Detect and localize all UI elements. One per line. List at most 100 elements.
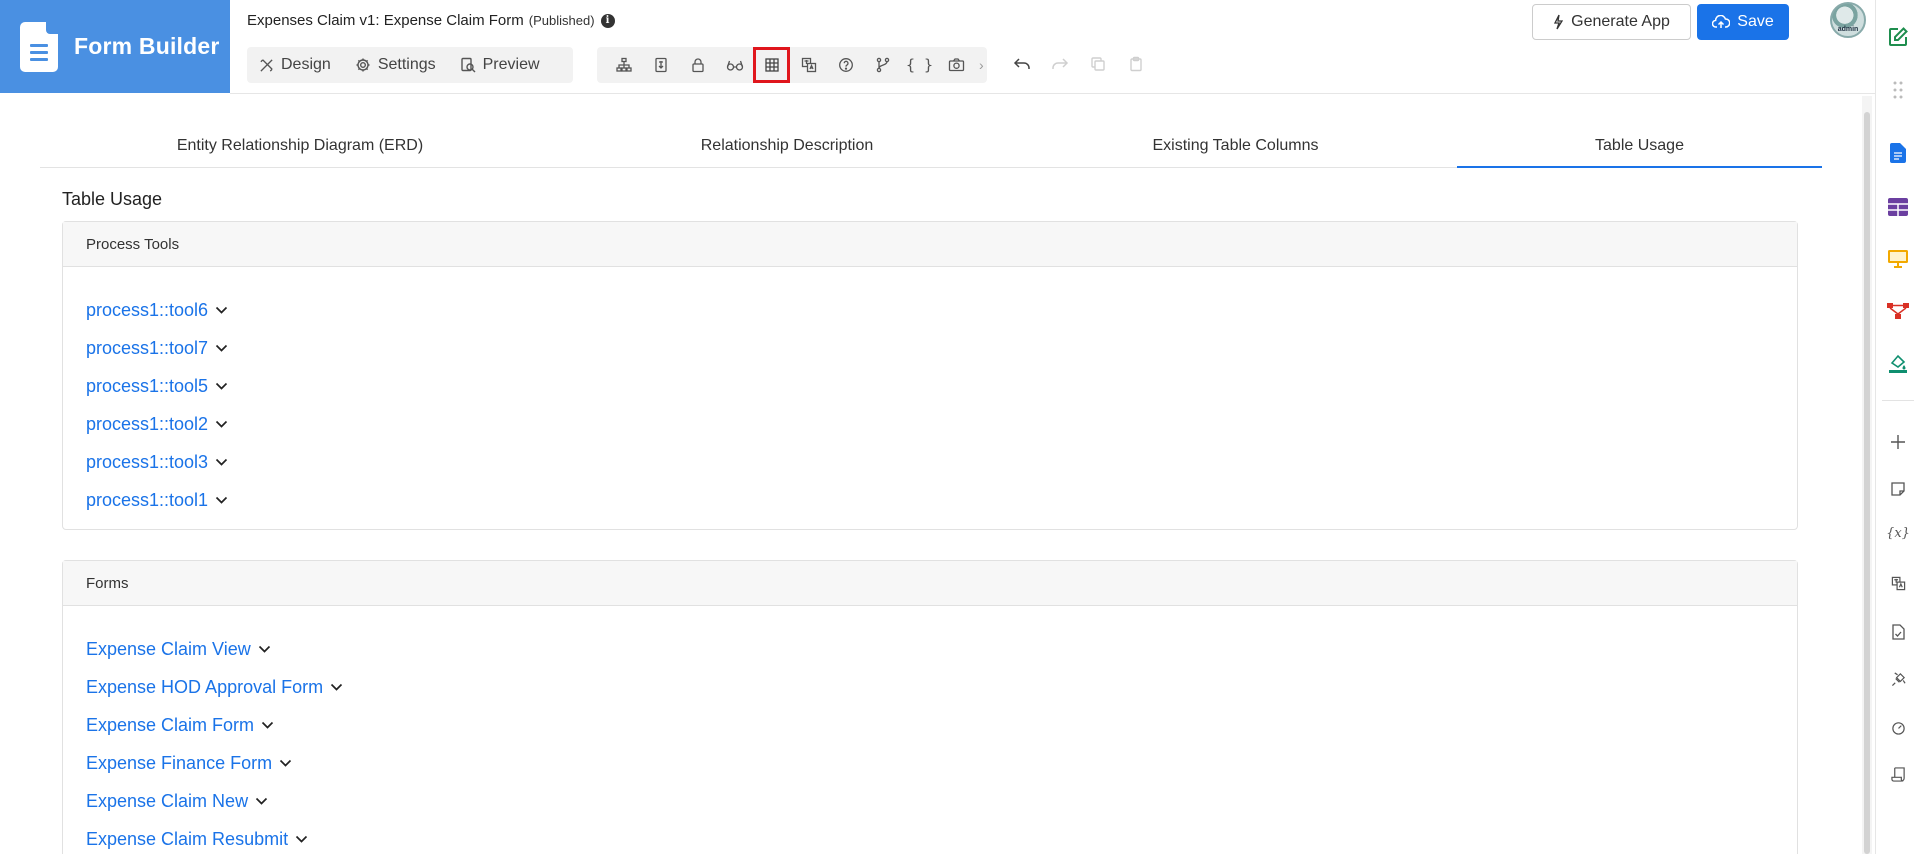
i18n-icon[interactable] (1885, 570, 1911, 596)
app-title: Form Builder (74, 33, 220, 59)
avatar[interactable]: admin (1830, 2, 1866, 38)
process-icon[interactable] (1885, 298, 1911, 324)
cloud-upload-icon (1712, 15, 1731, 28)
preview-icon (460, 57, 476, 73)
process-tools-header: Process Tools (63, 222, 1797, 267)
generate-app-label: Generate App (1571, 13, 1670, 30)
list-item-link[interactable]: process1::tool7 (86, 338, 208, 359)
variable-glyph: {x} (1886, 525, 1910, 541)
chevron-down-icon[interactable] (215, 496, 228, 505)
chevron-down-icon[interactable] (215, 344, 228, 353)
list-item-link[interactable]: Expense Finance Form (86, 753, 272, 774)
list-item-link[interactable]: Expense Claim View (86, 639, 251, 660)
translate-box-icon[interactable] (642, 47, 679, 83)
info-icon[interactable]: i (600, 13, 615, 28)
glasses-icon[interactable] (716, 47, 753, 83)
language-icon[interactable] (790, 47, 827, 83)
list-item[interactable]: Expense HOD Approval Form (86, 668, 1774, 706)
list-item[interactable]: process1::tool7 (86, 329, 1774, 367)
variable-icon[interactable]: {x} (1885, 520, 1911, 546)
list-item[interactable]: Expense Claim New (86, 782, 1774, 820)
forms-card: Forms Expense Claim View Expense HOD App… (62, 560, 1798, 854)
chevron-down-icon[interactable] (261, 721, 274, 730)
save-button[interactable]: Save (1697, 4, 1789, 40)
tab-relationship-description[interactable]: Relationship Description (560, 124, 1014, 167)
list-item[interactable]: process1::tool1 (86, 481, 1774, 519)
tab-table-usage[interactable]: Table Usage (1457, 124, 1822, 168)
chevron-down-icon[interactable] (215, 382, 228, 391)
list-item[interactable]: Expense Claim Resubmit (86, 820, 1774, 854)
lock-icon[interactable] (679, 47, 716, 83)
table-icon[interactable] (753, 47, 790, 83)
file-icon[interactable] (1885, 619, 1911, 645)
app-brand[interactable]: Form Builder (0, 0, 230, 93)
list-item-link[interactable]: Expense Claim New (86, 791, 248, 812)
design-tools-icon (260, 58, 273, 72)
forms-list: Expense Claim View Expense HOD Approval … (63, 606, 1797, 854)
chevron-down-icon[interactable] (215, 306, 228, 315)
list-item-link[interactable]: process1::tool1 (86, 490, 208, 511)
list-item-link[interactable]: Expense HOD Approval Form (86, 677, 323, 698)
chevron-down-icon[interactable] (279, 759, 292, 768)
theme-icon[interactable] (1885, 350, 1911, 376)
header-divider (230, 93, 1875, 94)
redo-icon[interactable] (1049, 53, 1071, 75)
list-item-link[interactable]: process1::tool3 (86, 452, 208, 473)
userview-icon[interactable] (1885, 246, 1911, 272)
chevron-down-icon[interactable] (258, 645, 271, 654)
undo-icon[interactable] (1011, 53, 1033, 75)
list-item-link[interactable]: Expense Claim Form (86, 715, 254, 736)
note-icon[interactable] (1885, 476, 1911, 502)
lightning-icon (1554, 14, 1564, 30)
list-item[interactable]: Expense Finance Form (86, 744, 1774, 782)
list-item-link[interactable]: process1::tool6 (86, 300, 208, 321)
list-item[interactable]: Expense Claim View (86, 630, 1774, 668)
generate-app-button[interactable]: Generate App (1532, 4, 1691, 40)
toolbar: { } › (597, 47, 987, 83)
tab-preview[interactable]: Preview (460, 56, 540, 74)
datalist-icon[interactable] (1885, 194, 1911, 220)
document-icon[interactable] (1885, 140, 1911, 166)
chevron-down-icon[interactable] (255, 797, 268, 806)
form-name: Expenses Claim v1: Expense Claim Form (247, 12, 524, 29)
tab-settings[interactable]: Settings (355, 56, 436, 74)
help-circle-icon[interactable] (827, 47, 864, 83)
content-tabs: Entity Relationship Diagram (ERD) Relati… (40, 124, 1822, 168)
plus-icon[interactable] (1885, 429, 1911, 455)
list-item[interactable]: Expense Claim Form (86, 706, 1774, 744)
script-icon[interactable] (1885, 761, 1911, 787)
chevron-down-icon[interactable] (215, 420, 228, 429)
copy-icon[interactable] (1087, 53, 1109, 75)
chevron-down-icon[interactable] (295, 835, 308, 844)
tab-design[interactable]: Design (259, 56, 331, 74)
edit-icon[interactable] (1885, 24, 1911, 50)
braces-icon[interactable]: { } (901, 47, 938, 83)
toolbar-more-icon[interactable]: › (979, 57, 984, 73)
tab-existing-table-columns[interactable]: Existing Table Columns (1014, 124, 1457, 167)
tab-settings-label: Settings (377, 56, 436, 73)
paste-icon[interactable] (1125, 53, 1147, 75)
drag-handle-icon[interactable] (1885, 77, 1911, 103)
tab-erd[interactable]: Entity Relationship Diagram (ERD) (40, 124, 560, 167)
chevron-down-icon[interactable] (215, 458, 228, 467)
list-item-link[interactable]: Expense Claim Resubmit (86, 829, 288, 850)
list-item[interactable]: process1::tool3 (86, 443, 1774, 481)
plugin-icon[interactable] (1885, 666, 1911, 692)
hierarchy-icon[interactable] (605, 47, 642, 83)
section-title: Table Usage (62, 189, 163, 209)
camera-icon[interactable] (938, 47, 975, 83)
list-item[interactable]: process1::tool5 (86, 367, 1774, 405)
list-item-link[interactable]: process1::tool2 (86, 414, 208, 435)
chevron-down-icon[interactable] (330, 683, 343, 692)
performance-icon[interactable] (1885, 714, 1911, 740)
branch-icon[interactable] (864, 47, 901, 83)
scrollbar-thumb[interactable] (1864, 112, 1870, 854)
list-item[interactable]: process1::tool2 (86, 405, 1774, 443)
braces-glyph: { } (905, 56, 934, 74)
list-item[interactable]: process1::tool6 (86, 291, 1774, 329)
form-status: (Published) (528, 13, 595, 28)
process-tools-card: Process Tools process1::tool6 process1::… (62, 221, 1798, 530)
list-item-link[interactable]: process1::tool5 (86, 376, 208, 397)
sidebar-divider (1882, 400, 1914, 401)
form-title: Expenses Claim v1: Expense Claim Form (P… (247, 12, 615, 29)
